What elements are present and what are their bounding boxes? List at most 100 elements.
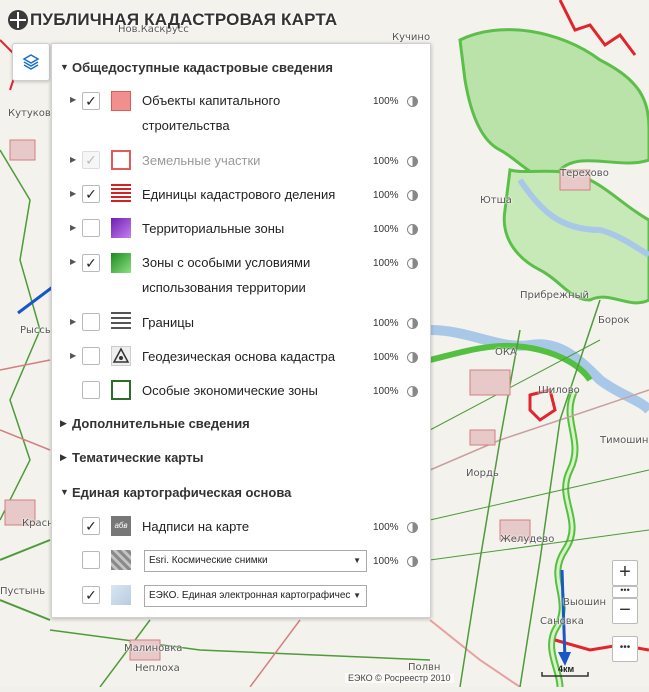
eeko-thumbnail-icon xyxy=(111,585,131,605)
select-value: ЕЭКО. Единая электронная картографичес xyxy=(149,590,351,601)
layer-label: Зоны с особыми условиями использования т… xyxy=(142,255,311,295)
expand-caret-icon: ▶ xyxy=(60,451,67,462)
map-label: ОКА xyxy=(495,347,517,358)
section-base-map[interactable]: ▼ Единая картографическая основа xyxy=(60,482,291,502)
expand-arrow-icon[interactable]: ▶ xyxy=(70,257,76,266)
expand-arrow-icon[interactable]: ▶ xyxy=(70,95,76,104)
layer-checkbox[interactable] xyxy=(82,313,100,331)
section-title: Общедоступные кадастровые сведения xyxy=(72,59,333,75)
layer-row-satellite: Esri. Космические снимки ▼ 100% xyxy=(52,548,430,574)
layer-opacity-value: 100% xyxy=(373,386,399,397)
land-plots-swatch-icon xyxy=(111,150,131,170)
layer-checkbox[interactable]: ✓ xyxy=(82,586,100,604)
map-label: Иордь xyxy=(466,468,499,479)
map-label: Малиновка xyxy=(124,643,183,654)
expand-arrow-icon[interactable]: ▶ xyxy=(70,317,76,326)
map-label: Сановка xyxy=(540,616,584,627)
map-label: Неплоха xyxy=(135,663,180,674)
special-zones-swatch-icon xyxy=(111,253,131,273)
expand-arrow-icon[interactable]: ▶ xyxy=(70,155,76,164)
section-public-cadastral[interactable]: ▼ Общедоступные кадастровые сведения xyxy=(60,57,333,77)
opacity-icon[interactable] xyxy=(407,522,418,533)
scale-label: 4км xyxy=(558,664,575,674)
layer-row-land-plots: ▶ ✓ Земельные участки 100% xyxy=(52,148,430,174)
labels-abv-icon: абв xyxy=(111,516,131,536)
opacity-icon[interactable] xyxy=(407,156,418,167)
map-label: Рыссы xyxy=(20,325,53,336)
layer-label: Особые экономические зоны xyxy=(142,383,318,398)
layer-row-boundaries: ▶ Границы 100% xyxy=(52,310,430,336)
opacity-icon[interactable] xyxy=(407,318,418,329)
layer-opacity-value: 100% xyxy=(373,522,399,533)
opacity-icon[interactable] xyxy=(407,556,418,567)
layer-checkbox[interactable]: ✓ xyxy=(82,92,100,110)
territorial-zones-swatch-icon xyxy=(111,218,131,238)
expand-arrow-icon[interactable]: ▶ xyxy=(70,189,76,198)
layers-panel: ▼ Общедоступные кадастровые сведения ▶ ✓… xyxy=(51,43,431,618)
opacity-icon[interactable] xyxy=(407,190,418,201)
layer-label: Геодезическая основа кадастра xyxy=(142,349,336,364)
zoom-more-button[interactable]: ••• xyxy=(612,586,638,598)
section-additional-info[interactable]: ▶ Дополнительные сведения xyxy=(60,413,250,433)
section-title: Дополнительные сведения xyxy=(72,415,250,431)
layer-label: Границы xyxy=(142,315,194,330)
layer-row-geodetic-basis: ▶ Геодезическая основа кадастра 100% xyxy=(52,344,430,370)
copyright-text: ЕЭКО © Росреестр 2010 xyxy=(345,673,454,683)
satellite-layer-select[interactable]: Esri. Космические снимки ▼ xyxy=(144,550,367,572)
select-value: Esri. Космические снимки xyxy=(149,555,268,566)
layer-opacity-value: 100% xyxy=(373,258,399,269)
opacity-icon[interactable] xyxy=(407,258,418,269)
layer-opacity-value: 100% xyxy=(373,224,399,235)
zoom-out-button[interactable]: − xyxy=(612,598,638,624)
more-options-button[interactable]: ••• xyxy=(612,636,638,662)
layer-opacity-value: 100% xyxy=(373,96,399,107)
layer-checkbox[interactable] xyxy=(82,347,100,365)
scale-bar: 4км xyxy=(540,660,590,680)
map-label: Красн xyxy=(22,518,54,529)
layer-opacity-value: 100% xyxy=(373,556,399,567)
capital-construction-swatch-icon xyxy=(111,91,131,111)
layer-checkbox[interactable] xyxy=(82,381,100,399)
cadastral-division-swatch-icon xyxy=(111,184,131,204)
layer-opacity-value: 100% xyxy=(373,190,399,201)
map-label: Прибрежный xyxy=(520,290,589,301)
dropdown-arrow-icon: ▼ xyxy=(353,556,361,565)
layer-opacity-value: 100% xyxy=(373,156,399,167)
collapse-caret-icon: ▼ xyxy=(60,62,69,72)
opacity-icon[interactable] xyxy=(407,96,418,107)
app-logo-icon[interactable] xyxy=(8,10,28,30)
satellite-thumbnail-icon xyxy=(111,550,131,570)
layer-row-special-zones: ▶ ✓ Зоны с особыми условиями использован… xyxy=(52,250,430,298)
opacity-icon[interactable] xyxy=(407,352,418,363)
expand-arrow-icon[interactable]: ▶ xyxy=(70,223,76,232)
layer-checkbox[interactable] xyxy=(82,551,100,569)
layer-label: Надписи на карте xyxy=(142,519,250,534)
app-header: ПУБЛИЧНАЯ КАДАСТРОВАЯ КАРТА xyxy=(0,0,430,40)
layer-checkbox[interactable]: ✓ xyxy=(82,185,100,203)
layer-row-eeko: ✓ ЕЭКО. Единая электронная картографичес… xyxy=(52,583,430,609)
layers-button[interactable] xyxy=(12,43,50,81)
map-label: Полвн xyxy=(408,662,441,673)
economic-zones-swatch-icon xyxy=(111,380,131,400)
expand-arrow-icon[interactable]: ▶ xyxy=(70,351,76,360)
geodetic-triangle-icon xyxy=(111,346,131,366)
map-label: Шилово xyxy=(538,385,580,396)
zoom-in-button[interactable]: + xyxy=(612,560,638,586)
layer-checkbox[interactable]: ✓ xyxy=(82,151,100,169)
section-title: Тематические карты xyxy=(72,449,204,465)
layer-checkbox[interactable]: ✓ xyxy=(82,254,100,272)
layer-checkbox[interactable] xyxy=(82,219,100,237)
app-title: ПУБЛИЧНАЯ КАДАСТРОВАЯ КАРТА xyxy=(30,10,338,29)
layer-checkbox[interactable]: ✓ xyxy=(82,517,100,535)
layer-row-cadastral-division: ▶ ✓ Единицы кадастрового деления 100% xyxy=(52,182,430,208)
expand-caret-icon: ▶ xyxy=(60,417,67,428)
section-thematic-maps[interactable]: ▶ Тематические карты xyxy=(60,447,204,467)
layer-row-territorial-zones: ▶ Территориальные зоны 100% xyxy=(52,216,430,242)
opacity-icon[interactable] xyxy=(407,224,418,235)
layer-label: Единицы кадастрового деления xyxy=(142,187,336,202)
eeko-layer-select[interactable]: ЕЭКО. Единая электронная картографичес ▼ xyxy=(144,585,367,607)
map-label: Выошин xyxy=(563,597,607,608)
layer-label: Земельные участки xyxy=(142,153,261,168)
opacity-icon[interactable] xyxy=(407,386,418,397)
map-label: Пустынь xyxy=(0,586,46,597)
